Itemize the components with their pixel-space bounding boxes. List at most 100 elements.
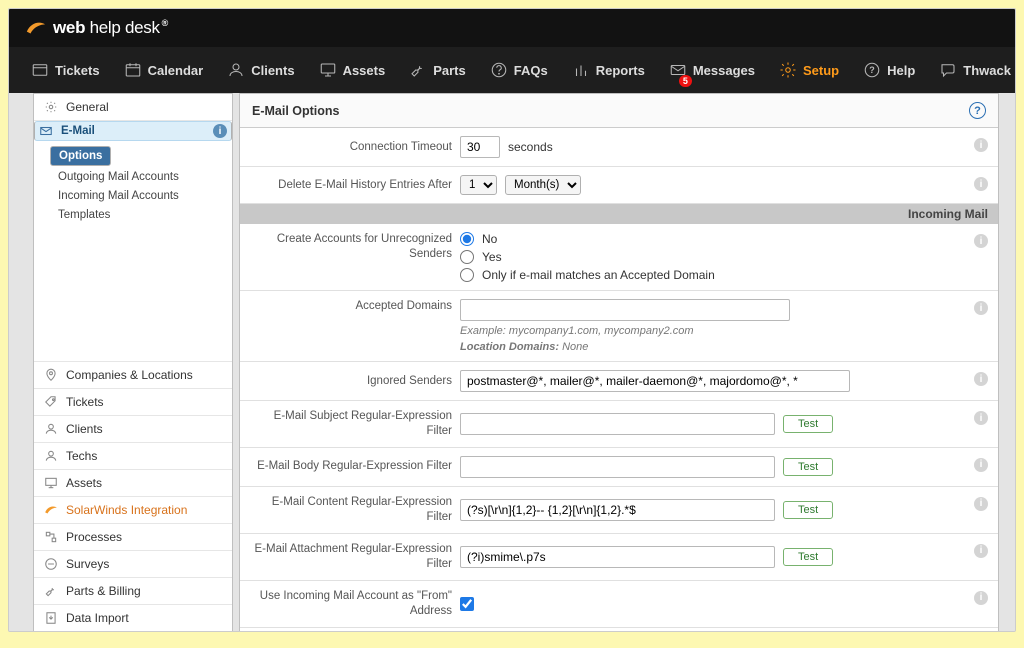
gear-icon (779, 61, 797, 79)
create-no-radio[interactable] (460, 232, 474, 246)
sub-outgoing[interactable]: Outgoing Mail Accounts (50, 168, 226, 186)
mail-icon (39, 124, 53, 138)
nav-calendar[interactable]: Calendar (114, 55, 214, 85)
sub-incoming[interactable]: Incoming Mail Accounts (50, 187, 226, 205)
info-icon[interactable]: i (974, 138, 988, 152)
row-timeout: Connection Timeout seconds i (240, 128, 998, 167)
panel-help-button[interactable]: ? (969, 102, 986, 119)
info-icon[interactable]: i (974, 411, 988, 425)
clients-icon (227, 61, 245, 79)
ignored-input[interactable] (460, 370, 850, 392)
svg-text:?: ? (869, 65, 875, 75)
sub-options[interactable]: Options (50, 146, 111, 166)
nav-setup[interactable]: Setup (769, 55, 849, 85)
import-icon (44, 611, 58, 625)
info-icon[interactable]: i (974, 497, 988, 511)
body-input[interactable] (460, 456, 775, 478)
nav-parts[interactable]: Parts (399, 55, 476, 85)
person-icon (44, 422, 58, 436)
email-subnav: Options Outgoing Mail Accounts Incoming … (34, 141, 232, 231)
nav-clients[interactable]: Clients (217, 55, 304, 85)
setup-sidebar: General E-Mail i Options Outgoing Mail A… (33, 93, 233, 632)
faq-icon (490, 61, 508, 79)
solarwinds-icon (44, 503, 58, 517)
sidebar-techs[interactable]: Techs (34, 443, 232, 470)
sidebar-solarwinds[interactable]: SolarWinds Integration (34, 497, 232, 524)
sidebar-tickets-setup[interactable]: Tickets (34, 389, 232, 416)
calendar-icon (124, 61, 142, 79)
info-icon[interactable]: i (974, 372, 988, 386)
subject-label: E-Mail Subject Regular-Expression Filter (252, 409, 452, 439)
body-test-button[interactable]: Test (783, 458, 833, 476)
ignored-label: Ignored Senders (252, 374, 452, 389)
row-content-filter: E-Mail Content Regular-Expression Filter… (240, 487, 998, 534)
nav-help[interactable]: ? Help (853, 55, 925, 85)
content-test-button[interactable]: Test (783, 501, 833, 519)
info-icon[interactable]: i (974, 458, 988, 472)
thwack-icon (939, 61, 957, 79)
sidebar-processes[interactable]: Processes (34, 524, 232, 551)
app-header: web help desk® (9, 9, 1015, 47)
sidebar-data-import[interactable]: Data Import (34, 605, 232, 632)
messages-badge: 5 (679, 75, 692, 87)
nav-assets[interactable]: Assets (309, 55, 396, 85)
row-create-accounts: Create Accounts for Unrecognized Senders… (240, 224, 998, 291)
nav-faqs[interactable]: FAQs (480, 55, 558, 85)
delete-unit-select[interactable]: Month(s) (505, 175, 581, 195)
row-ignored-senders: Ignored Senders i (240, 362, 998, 401)
sidebar-surveys[interactable]: Surveys (34, 551, 232, 578)
monitor-icon (44, 476, 58, 490)
sidebar-clients-setup[interactable]: Clients (34, 416, 232, 443)
gear-icon (44, 100, 58, 114)
timeout-label: Connection Timeout (252, 140, 452, 155)
sub-templates[interactable]: Templates (50, 206, 226, 224)
reports-icon (572, 61, 590, 79)
tag-icon (44, 395, 58, 409)
attach-label: E-Mail Attachment Regular-Expression Fil… (252, 542, 452, 572)
location-icon (44, 368, 58, 382)
main-nav: Tickets Calendar Clients Assets Parts FA… (9, 47, 1015, 93)
process-icon (44, 530, 58, 544)
row-use-from: Use Incoming Mail Account as "From" Addr… (240, 581, 998, 628)
nav-reports[interactable]: Reports (562, 55, 655, 85)
info-icon[interactable]: i (974, 544, 988, 558)
help-icon: ? (863, 61, 881, 79)
info-icon[interactable]: i (974, 591, 988, 605)
info-icon[interactable]: i (974, 234, 988, 248)
incoming-header: Incoming Mail (240, 204, 998, 224)
content-input[interactable] (460, 499, 775, 521)
create-label: Create Accounts for Unrecognized Senders (252, 232, 452, 262)
info-icon[interactable]: i (974, 177, 988, 191)
panel-title: E-Mail Options (252, 104, 340, 118)
sidebar-general[interactable]: General (34, 94, 232, 121)
row-delete-history: Delete E-Mail History Entries After 1 Mo… (240, 167, 998, 204)
sidebar-email[interactable]: E-Mail i (34, 121, 232, 141)
sidebar-parts-billing[interactable]: Parts & Billing (34, 578, 232, 605)
info-icon[interactable]: i (974, 301, 988, 315)
tech-icon (44, 449, 58, 463)
wrench-icon (44, 584, 58, 598)
attach-test-button[interactable]: Test (783, 548, 833, 566)
nav-thwack[interactable]: Thwack (929, 55, 1016, 85)
row-accepted-domains: Accepted Domains Example: mycompany1.com… (240, 291, 998, 362)
timeout-input[interactable] (460, 136, 500, 158)
sidebar-assets-setup[interactable]: Assets (34, 470, 232, 497)
timeout-suffix: seconds (508, 140, 553, 154)
create-yes-radio[interactable] (460, 250, 474, 264)
domains-hint: Example: mycompany1.com, mycompany2.com (460, 325, 986, 337)
nav-messages[interactable]: Messages 5 (659, 55, 765, 85)
create-onlyif-radio[interactable] (460, 268, 474, 282)
domains-input[interactable] (460, 299, 790, 321)
subject-input[interactable] (460, 413, 775, 435)
subject-test-button[interactable]: Test (783, 415, 833, 433)
delete-num-select[interactable]: 1 (460, 175, 497, 195)
from-checkbox[interactable] (460, 597, 474, 611)
ticket-icon (31, 61, 49, 79)
attach-input[interactable] (460, 546, 775, 568)
assets-icon (319, 61, 337, 79)
nav-tickets[interactable]: Tickets (21, 55, 110, 85)
sidebar-companies[interactable]: Companies & Locations (34, 362, 232, 389)
body-label: E-Mail Body Regular-Expression Filter (252, 459, 452, 474)
row-subject-filter: E-Mail Subject Regular-Expression Filter… (240, 401, 998, 448)
info-icon[interactable]: i (213, 124, 227, 138)
